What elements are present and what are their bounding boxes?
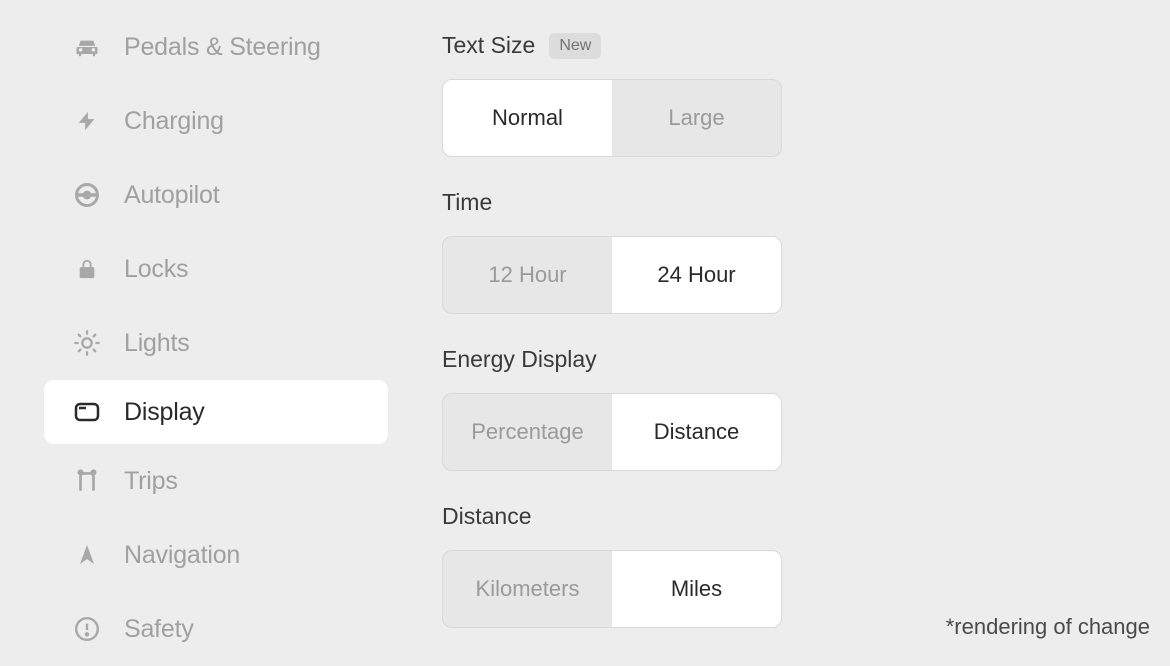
- compass-icon: [72, 540, 102, 570]
- sidebar-item-label: Display: [124, 398, 205, 427]
- setting-title: Distance: [442, 503, 531, 530]
- time-toggle: 12 Hour 24 Hour: [442, 236, 782, 314]
- time-24hour[interactable]: 24 Hour: [612, 237, 781, 313]
- new-badge: New: [549, 33, 601, 59]
- sidebar-item-label: Navigation: [124, 541, 240, 570]
- sidebar-item-autopilot[interactable]: Autopilot: [48, 158, 388, 232]
- sun-icon: [72, 328, 102, 358]
- sidebar: Pedals & Steering Charging Autopilot Loc…: [6, 10, 406, 658]
- sidebar-item-label: Autopilot: [124, 181, 220, 210]
- sidebar-item-lights[interactable]: Lights: [48, 306, 388, 380]
- sidebar-item-charging[interactable]: Charging: [48, 84, 388, 158]
- text-size-toggle: Normal Large: [442, 79, 782, 157]
- distance-kilometers[interactable]: Kilometers: [443, 551, 612, 627]
- sidebar-item-locks[interactable]: Locks: [48, 232, 388, 306]
- bolt-icon: [72, 106, 102, 136]
- sidebar-item-label: Pedals & Steering: [124, 33, 321, 62]
- footnote: *rendering of change: [946, 614, 1150, 640]
- time-12hour[interactable]: 12 Hour: [443, 237, 612, 313]
- sidebar-item-label: Locks: [124, 255, 188, 284]
- energy-display-toggle: Percentage Distance: [442, 393, 782, 471]
- setting-title: Text Size: [442, 32, 535, 59]
- sidebar-item-label: Charging: [124, 107, 224, 136]
- distance-miles[interactable]: Miles: [612, 551, 781, 627]
- setting-title: Energy Display: [442, 346, 597, 373]
- energy-percentage[interactable]: Percentage: [443, 394, 612, 470]
- alert-icon: [72, 614, 102, 644]
- sidebar-item-label: Lights: [124, 329, 190, 358]
- sidebar-item-label: Safety: [124, 615, 194, 644]
- sidebar-item-pedals-steering[interactable]: Pedals & Steering: [48, 10, 388, 84]
- steering-icon: [72, 180, 102, 210]
- distance-toggle: Kilometers Miles: [442, 550, 782, 628]
- text-size-normal[interactable]: Normal: [443, 80, 612, 156]
- lock-icon: [72, 254, 102, 284]
- setting-energy-display: Energy Display Percentage Distance: [442, 346, 1134, 471]
- sidebar-item-safety[interactable]: Safety: [48, 592, 388, 666]
- sidebar-item-label: Trips: [124, 467, 178, 496]
- energy-distance[interactable]: Distance: [612, 394, 781, 470]
- display-icon: [72, 397, 102, 427]
- sidebar-item-navigation[interactable]: Navigation: [48, 518, 388, 592]
- sidebar-item-trips[interactable]: Trips: [48, 444, 388, 518]
- main-panel: Text Size New Normal Large Time 12 Hour …: [406, 10, 1170, 658]
- text-size-large[interactable]: Large: [612, 80, 781, 156]
- setting-time: Time 12 Hour 24 Hour: [442, 189, 1134, 314]
- sidebar-item-display[interactable]: Display: [44, 380, 388, 444]
- route-icon: [72, 466, 102, 496]
- setting-text-size: Text Size New Normal Large: [442, 32, 1134, 157]
- car-icon: [72, 32, 102, 62]
- setting-title: Time: [442, 189, 492, 216]
- setting-distance: Distance Kilometers Miles: [442, 503, 1134, 628]
